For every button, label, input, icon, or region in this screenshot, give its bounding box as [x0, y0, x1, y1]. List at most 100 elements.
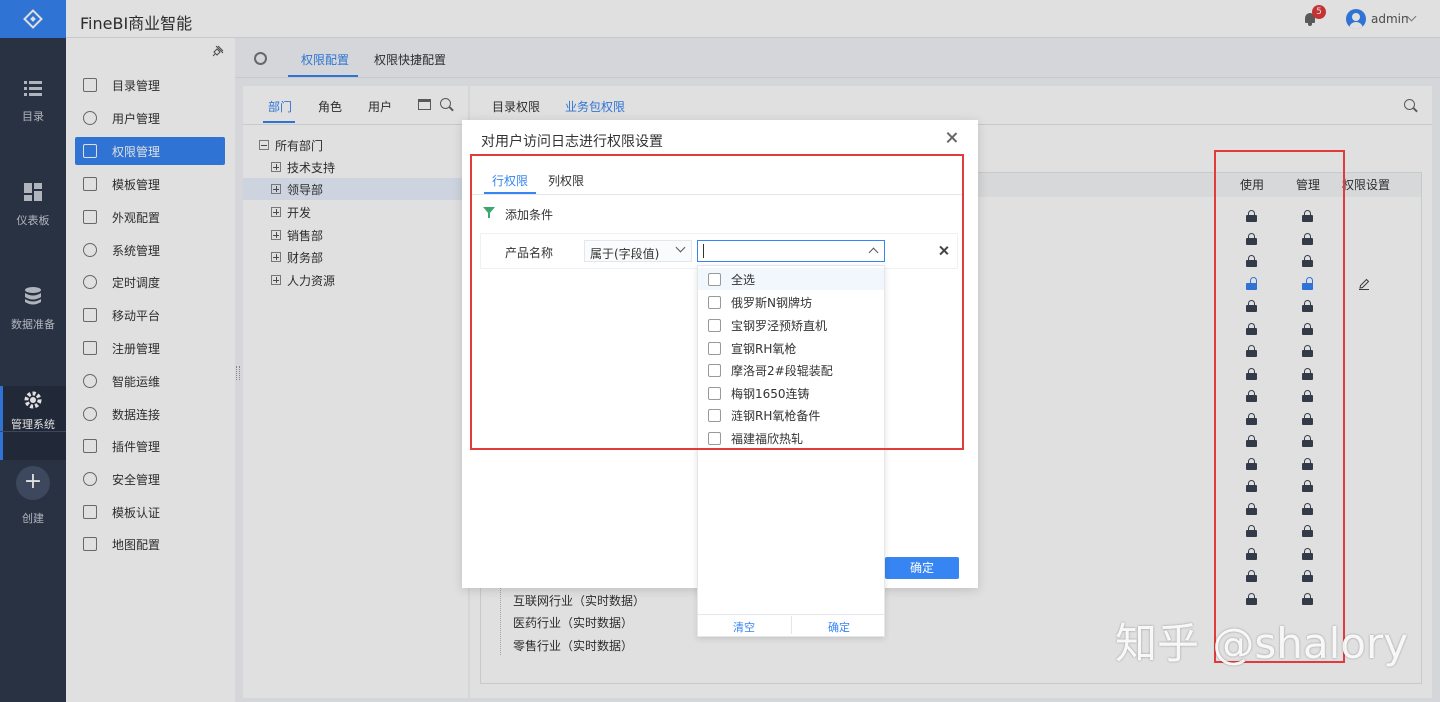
user-name[interactable]: admin: [1371, 12, 1409, 26]
lock-icon[interactable]: [1302, 232, 1313, 245]
lock-icon[interactable]: [1302, 570, 1313, 582]
option-select-all[interactable]: 全选: [698, 268, 884, 290]
menu-item-schedule[interactable]: 定时调度: [75, 268, 225, 296]
checkbox[interactable]: [708, 295, 721, 309]
expand-icon[interactable]: [271, 275, 281, 285]
checkbox[interactable]: [708, 318, 721, 332]
lock-icon[interactable]: [1246, 390, 1257, 402]
lock-icon[interactable]: [1302, 300, 1313, 312]
option-item[interactable]: 摩洛哥2#段辊装配: [698, 359, 884, 381]
menu-item-appearance[interactable]: 外观配置: [75, 203, 225, 231]
dropdown-confirm-button[interactable]: 确定: [828, 619, 850, 635]
lock-icon[interactable]: [1246, 502, 1257, 515]
add-condition-button[interactable]: 添加条件: [505, 206, 553, 223]
option-item[interactable]: 梅钢1650连铸: [698, 382, 884, 404]
value-input[interactable]: [697, 240, 885, 262]
menu-item-ops[interactable]: 智能运维: [75, 367, 225, 395]
tab-role[interactable]: 角色: [318, 98, 342, 115]
checkbox[interactable]: [708, 431, 721, 445]
lock-icon[interactable]: [1302, 367, 1313, 380]
tree-node-selected[interactable]: 领导部: [243, 178, 468, 200]
confirm-button[interactable]: 确定: [885, 557, 959, 579]
org-structure-icon[interactable]: [418, 99, 431, 110]
lock-icon[interactable]: [1246, 457, 1257, 470]
tab-permission-config[interactable]: 权限配置: [301, 51, 349, 68]
lock-icon[interactable]: [1302, 390, 1313, 402]
menu-item-connection[interactable]: 数据连接: [75, 400, 225, 428]
lock-icon[interactable]: [1246, 547, 1257, 560]
nav-item-admin[interactable]: 管理系统: [0, 386, 66, 460]
delete-condition-icon[interactable]: [938, 245, 949, 256]
lock-icon[interactable]: [1246, 435, 1257, 447]
lock-icon[interactable]: [1246, 322, 1257, 335]
lock-icon[interactable]: [1302, 255, 1313, 267]
list-item[interactable]: 互联网行业（实时数据）: [513, 592, 645, 609]
menu-item-plugins[interactable]: 插件管理: [75, 432, 225, 460]
lock-icon[interactable]: [1302, 210, 1313, 222]
menu-item-mobile[interactable]: 移动平台: [75, 301, 225, 329]
nav-item-catalog[interactable]: 目录: [0, 78, 66, 152]
edit-icon[interactable]: [1358, 278, 1370, 290]
option-item[interactable]: 宣钢RH氧枪: [698, 337, 884, 359]
search-icon[interactable]: [440, 98, 451, 109]
nav-item-dashboard[interactable]: 仪表板: [0, 182, 66, 256]
menu-item-register[interactable]: 注册管理: [75, 334, 225, 362]
option-item[interactable]: 俄罗斯N钢牌坊: [698, 291, 884, 313]
search-icon[interactable]: [1404, 99, 1415, 110]
tree-node[interactable]: 开发: [243, 201, 468, 223]
tree-node[interactable]: 所有部门: [243, 134, 468, 156]
lock-icon[interactable]: [1246, 210, 1257, 222]
tab-catalog-permission[interactable]: 目录权限: [492, 98, 540, 115]
tree-node[interactable]: 财务部: [243, 246, 468, 268]
list-item[interactable]: 零售行业（实时数据）: [513, 637, 633, 654]
close-icon[interactable]: [945, 131, 958, 144]
clear-button[interactable]: 清空: [733, 619, 755, 635]
tab-package-permission[interactable]: 业务包权限: [565, 98, 625, 115]
lock-icon[interactable]: [1302, 322, 1313, 335]
checkbox[interactable]: [708, 272, 721, 286]
lock-icon[interactable]: [1302, 412, 1313, 425]
lock-icon[interactable]: [1246, 412, 1257, 425]
tab-row-permission[interactable]: 行权限: [492, 172, 528, 189]
menu-item-security[interactable]: 安全管理: [75, 465, 225, 493]
lock-icon[interactable]: [1246, 367, 1257, 380]
menu-item-template[interactable]: 模板管理: [75, 170, 225, 198]
lock-icon[interactable]: [1246, 345, 1257, 357]
checkbox[interactable]: [708, 386, 721, 400]
expand-icon[interactable]: [271, 230, 281, 240]
tab-department[interactable]: 部门: [268, 98, 292, 115]
lock-icon[interactable]: [1246, 480, 1257, 492]
pin-icon[interactable]: [212, 45, 224, 57]
expand-icon[interactable]: [271, 162, 281, 172]
lock-icon[interactable]: [1246, 525, 1257, 537]
lock-icon[interactable]: [1246, 300, 1257, 312]
panel-resize-handle[interactable]: [236, 366, 240, 380]
lock-icon[interactable]: [1246, 570, 1257, 582]
option-item[interactable]: 涟钢RH氧枪备件: [698, 404, 884, 426]
expand-icon[interactable]: [271, 252, 281, 262]
option-item[interactable]: 宝钢罗泾预矫直机: [698, 314, 884, 336]
menu-item-users[interactable]: 用户管理: [75, 104, 225, 132]
lock-icon[interactable]: [1302, 435, 1313, 447]
tab-permission-quick[interactable]: 权限快捷配置: [374, 51, 446, 68]
unlock-icon[interactable]: [1246, 276, 1257, 290]
menu-item-catalog[interactable]: 目录管理: [75, 71, 225, 99]
checkbox[interactable]: [708, 341, 721, 355]
tree-node[interactable]: 人力资源: [243, 269, 468, 291]
plus-icon[interactable]: +: [16, 466, 50, 500]
nav-item-data-prep[interactable]: 数据准备: [0, 286, 66, 360]
menu-item-map[interactable]: 地图配置: [75, 530, 225, 558]
avatar[interactable]: [1346, 9, 1366, 29]
checkbox[interactable]: [708, 363, 721, 377]
tab-column-permission[interactable]: 列权限: [548, 172, 584, 189]
expand-icon[interactable]: [271, 207, 281, 217]
collapse-icon[interactable]: [259, 140, 269, 150]
tab-user[interactable]: 用户: [368, 98, 392, 115]
settings-icon[interactable]: [254, 52, 267, 65]
menu-item-template-auth[interactable]: 模板认证: [75, 498, 225, 526]
lock-icon[interactable]: [1302, 502, 1313, 515]
expand-icon[interactable]: [271, 184, 281, 194]
lock-icon[interactable]: [1246, 232, 1257, 245]
menu-item-system[interactable]: 系统管理: [75, 236, 225, 264]
tree-node[interactable]: 销售部: [243, 224, 468, 246]
